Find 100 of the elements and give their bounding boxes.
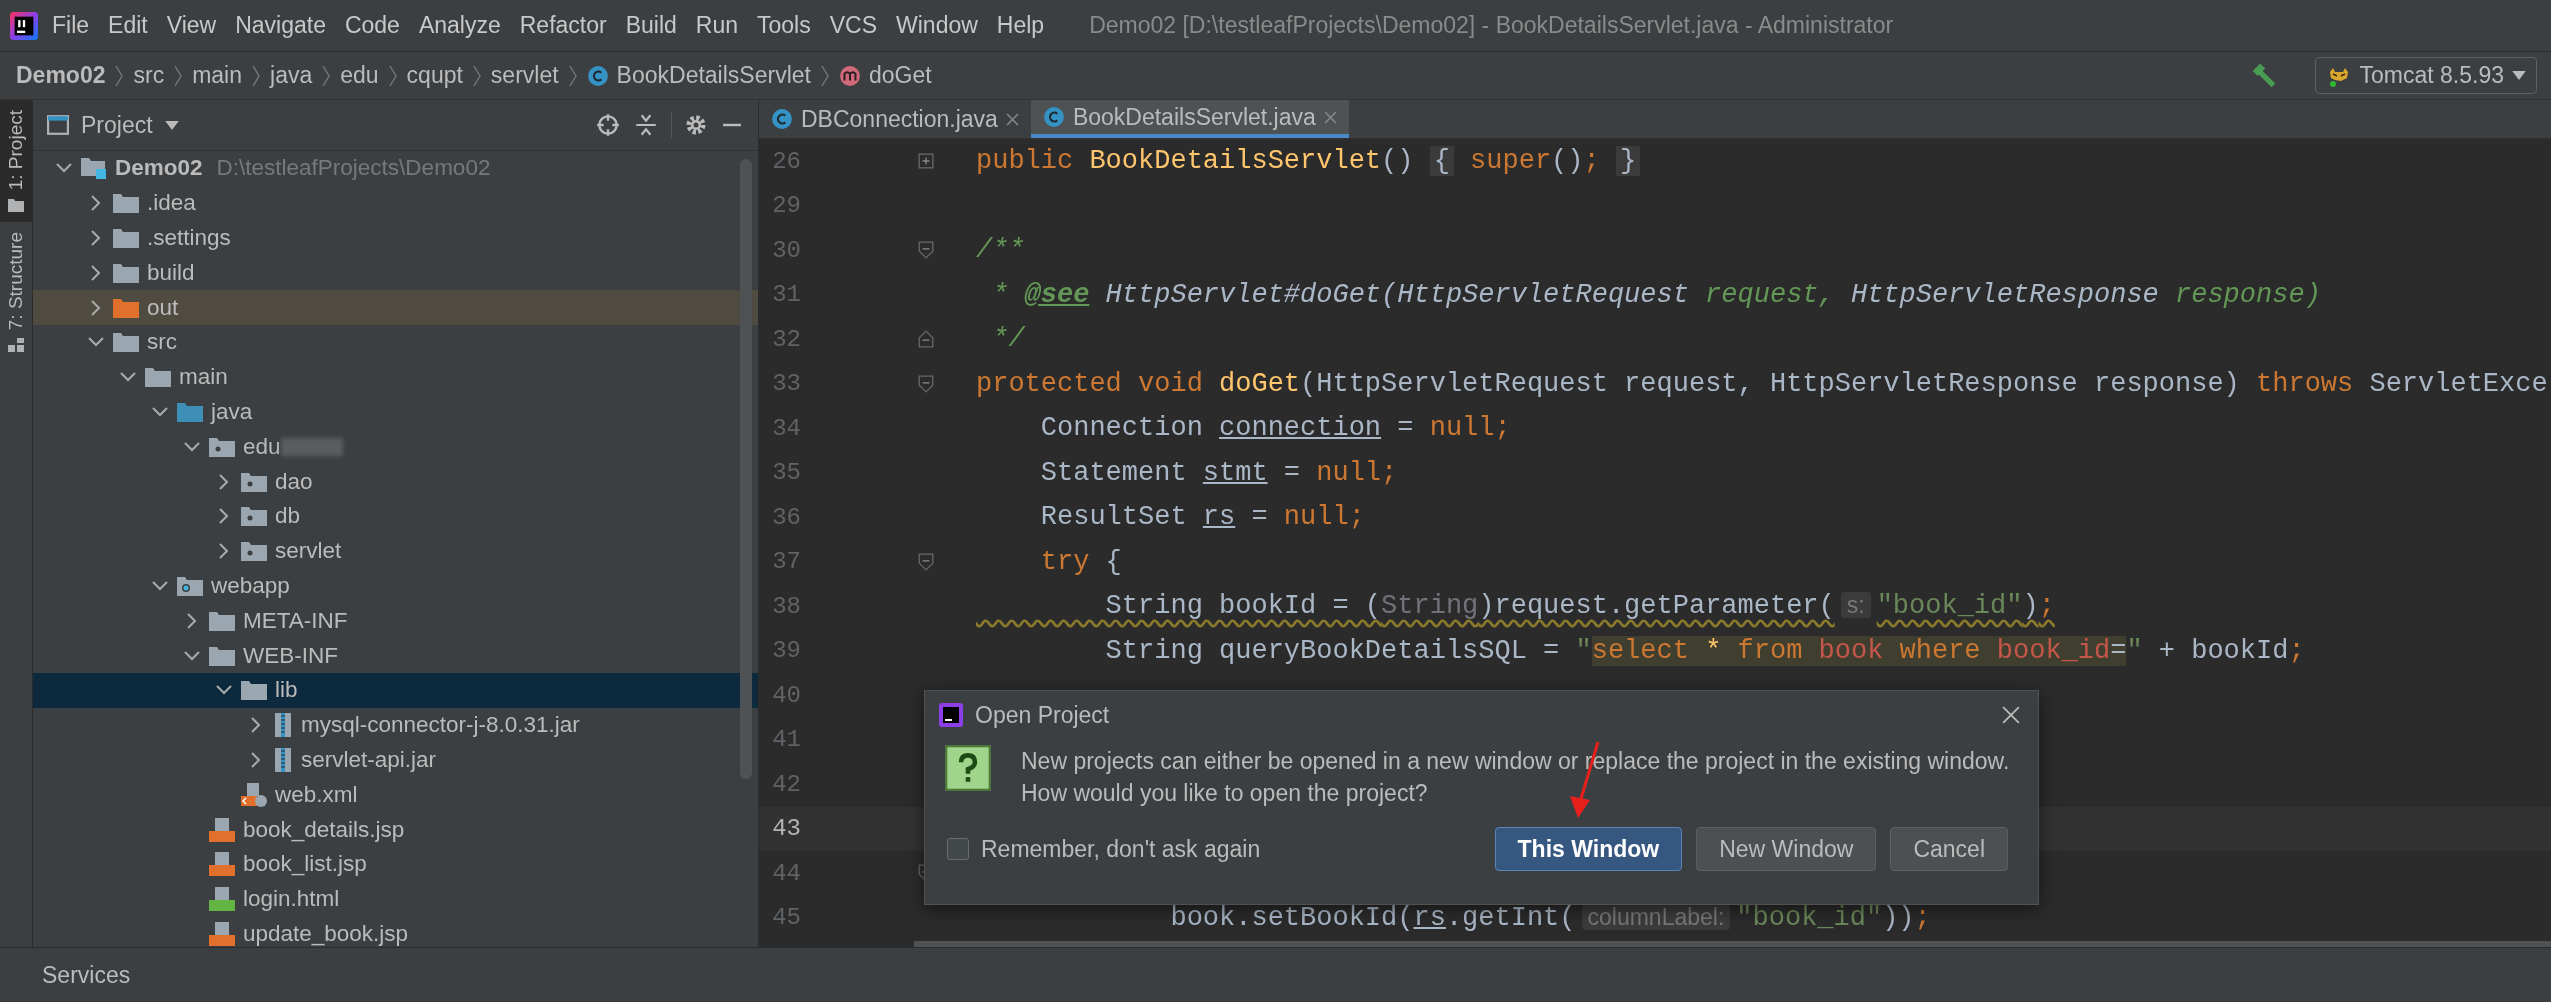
tree-item[interactable]: db [33,498,758,534]
chevron-down-icon[interactable] [120,372,136,383]
fold-icon[interactable] [918,330,934,349]
chevron-right-icon[interactable] [91,230,101,246]
jsp-file-icon [209,816,235,843]
tree-item[interactable]: servlet-api.jar [33,742,758,778]
remember-checkbox[interactable]: Remember, don't ask again [947,835,1261,863]
panel-title[interactable]: Project [81,111,153,139]
tree-item[interactable]: webapp [33,568,758,604]
tree-item[interactable]: login.html [33,881,758,917]
breadcrumb-item[interactable]: BookDetailsServlet [586,62,811,89]
tree-item[interactable]: edu [33,429,758,465]
menu-item[interactable]: Help [996,12,1045,39]
run-configuration-dropdown[interactable]: Tomcat 8.5.93 [2314,57,2537,94]
menu-item[interactable]: File [52,12,90,39]
breadcrumb-item[interactable]: servlet [490,62,559,89]
fold-icon[interactable] [918,241,934,260]
tree-item[interactable]: book_details.jsp [33,812,758,847]
caret-icon[interactable] [164,120,179,130]
breadcrumb-item[interactable]: Demo02 [16,62,106,89]
tree-item[interactable]: mysql-connector-j-8.0.31.jar [33,707,758,743]
tool-window-tab[interactable]: Services [42,961,131,989]
tree-item[interactable]: META-INF [33,603,758,639]
close-icon[interactable] [1005,112,1019,126]
comment-text: /** [976,235,1025,266]
chevron-right-icon[interactable] [219,508,229,525]
menu-item[interactable]: Tools [757,12,811,39]
chevron-right-icon [820,63,829,88]
menu-item[interactable]: Refactor [519,12,607,39]
line-number: 44 [771,859,801,887]
chevron-right-icon[interactable] [91,299,101,316]
code-text: doGet [1219,368,1301,399]
breadcrumb-item[interactable]: java [270,62,313,89]
code-text: "book_id" [1736,902,1883,933]
code-text: ; [2288,635,2305,666]
chevron-right-icon[interactable] [91,195,101,212]
chevron-down-icon[interactable] [56,163,72,174]
menu-item[interactable]: Window [896,12,978,39]
chevron-right-icon[interactable] [251,751,261,768]
chevron-right-icon[interactable] [219,543,229,560]
tool-window-tab[interactable]: 1: Project [0,100,32,223]
collapse-icon[interactable] [633,112,659,138]
chevron-down-icon[interactable] [216,685,232,696]
settings-icon[interactable] [684,113,708,137]
dialog-button[interactable]: This Window [1494,827,1683,871]
tree-item[interactable]: java [33,394,758,430]
tree-item[interactable]: dao [33,464,758,499]
breadcrumb-item[interactable]: doGet [838,62,932,89]
code-text: = [1250,502,1269,533]
tree-item[interactable]: book_list.jsp [33,846,758,882]
dialog-button[interactable]: New Window [1696,827,1877,871]
jsp-file-icon [209,851,235,878]
editor-tab[interactable]: DBConnection.java [759,100,1031,138]
fold-icon[interactable] [918,374,934,393]
breadcrumb-item[interactable]: edu [340,62,379,89]
chevron-down-icon[interactable] [88,337,104,348]
chevron-right-icon[interactable] [219,473,229,490]
close-icon[interactable] [2002,706,2020,724]
tree-item[interactable]: lib [33,672,758,708]
chevron-down-icon[interactable] [152,580,168,591]
menu-item[interactable]: Analyze [418,12,501,39]
crosshair-icon[interactable] [595,112,621,138]
dialog-button[interactable]: Cancel [1890,827,2008,871]
scrollbar[interactable] [914,941,2551,947]
code-text: .getInt( [1445,902,1576,933]
chevron-down-icon[interactable] [184,650,200,661]
breadcrumb-item[interactable]: src [133,62,165,89]
breadcrumb-item[interactable]: main [192,62,242,89]
tree-item[interactable]: .idea [33,185,758,221]
tree-item[interactable]: WEB-INF [33,638,758,673]
tree-item[interactable]: web.xml [33,777,758,813]
menu-item[interactable]: Navigate [235,12,326,39]
menu-item[interactable]: Edit [108,12,148,39]
expand-fold-icon[interactable] [918,153,934,170]
breadcrumb-item[interactable]: cqupt [406,62,463,89]
code-text: (HttpServletRequest request, HttpServletResponse response) [1300,368,2241,399]
menu-item[interactable]: View [166,12,217,39]
tree-item[interactable]: main [33,359,758,395]
tree-item[interactable]: out [33,290,758,325]
editor-tab[interactable]: BookDetailsServlet.java [1030,100,1349,138]
chevron-down-icon[interactable] [152,406,168,417]
fold-icon[interactable] [918,552,934,571]
tool-window-tab[interactable]: 7: Structure [0,222,32,363]
tree-item[interactable]: src [33,325,758,360]
chevron-right-icon[interactable] [187,612,197,629]
menu-item[interactable]: Build [625,12,677,39]
menu-item[interactable]: VCS [829,12,878,39]
tree-item[interactable]: servlet [33,533,758,569]
tree-item[interactable]: .settings [33,220,758,256]
chevron-right-icon[interactable] [91,264,101,281]
tree-item[interactable]: build [33,255,758,291]
chevron-down-icon[interactable] [184,441,200,452]
menu-item[interactable]: Code [344,12,400,39]
code-text: select [1591,635,1706,666]
tree-item[interactable]: Demo02 D:\testleafProjects\Demo02 [33,151,758,186]
tree-item[interactable]: update_book.jsp [33,916,758,947]
chevron-right-icon[interactable] [251,717,261,734]
window-title: Demo02 [D:\testleafProjects\Demo02] - BookDetailsServlet.java - Administrator [1089,12,1894,39]
menu-item[interactable]: Run [695,12,739,39]
scrollbar[interactable] [740,159,752,779]
